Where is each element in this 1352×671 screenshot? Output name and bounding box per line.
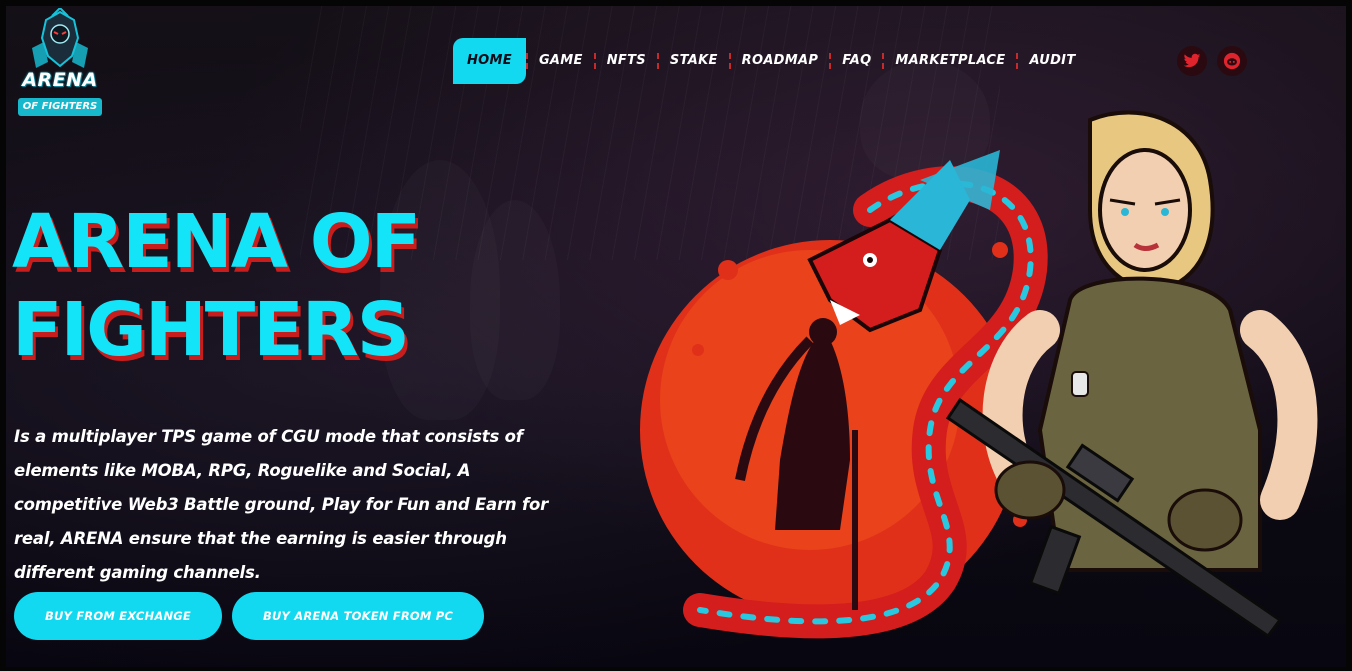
nav-stake[interactable]: STAKE xyxy=(659,38,729,84)
buy-from-exchange-button[interactable]: BUY FROM EXCHANGE xyxy=(14,592,222,640)
site-logo[interactable]: ARENA OF FIGHTERS xyxy=(14,6,106,120)
discord-icon xyxy=(1223,52,1241,70)
nav-roadmap[interactable]: ROADMAP xyxy=(731,38,830,84)
discord-link[interactable] xyxy=(1217,46,1247,76)
main-nav: HOME GAME NFTS STAKE ROADMAP FAQ MARKETP… xyxy=(453,38,1086,84)
nav-marketplace[interactable]: MARKETPLACE xyxy=(884,38,1016,84)
fighter-emblem-icon xyxy=(32,6,88,68)
nav-game[interactable]: GAME xyxy=(528,38,594,84)
hero-title-line1: ARENA OF xyxy=(12,199,421,285)
logo-title: ARENA xyxy=(22,69,98,91)
buy-arena-token-button[interactable]: BUY ARENA TOKEN FROM PC xyxy=(232,592,484,640)
hero-title: ARENA OF FIGHTERS xyxy=(12,198,432,374)
nav-home[interactable]: HOME xyxy=(453,38,526,84)
logo-subtitle: OF FIGHTERS xyxy=(18,98,102,116)
nav-faq[interactable]: FAQ xyxy=(831,38,882,84)
background-silhouette xyxy=(470,200,560,400)
nav-audit[interactable]: AUDIT xyxy=(1018,38,1086,84)
twitter-link[interactable] xyxy=(1177,46,1207,76)
page: ARENA OF FIGHTERS HOME GAME NFTS STAKE R… xyxy=(0,0,1352,671)
nav-nfts[interactable]: NFTS xyxy=(596,38,657,84)
twitter-icon xyxy=(1183,53,1201,68)
hero-description: Is a multiplayer TPS game of CGU mode th… xyxy=(14,427,549,582)
hero-title-line2: FIGHTERS xyxy=(12,287,410,373)
hero-illustration xyxy=(640,110,1318,639)
